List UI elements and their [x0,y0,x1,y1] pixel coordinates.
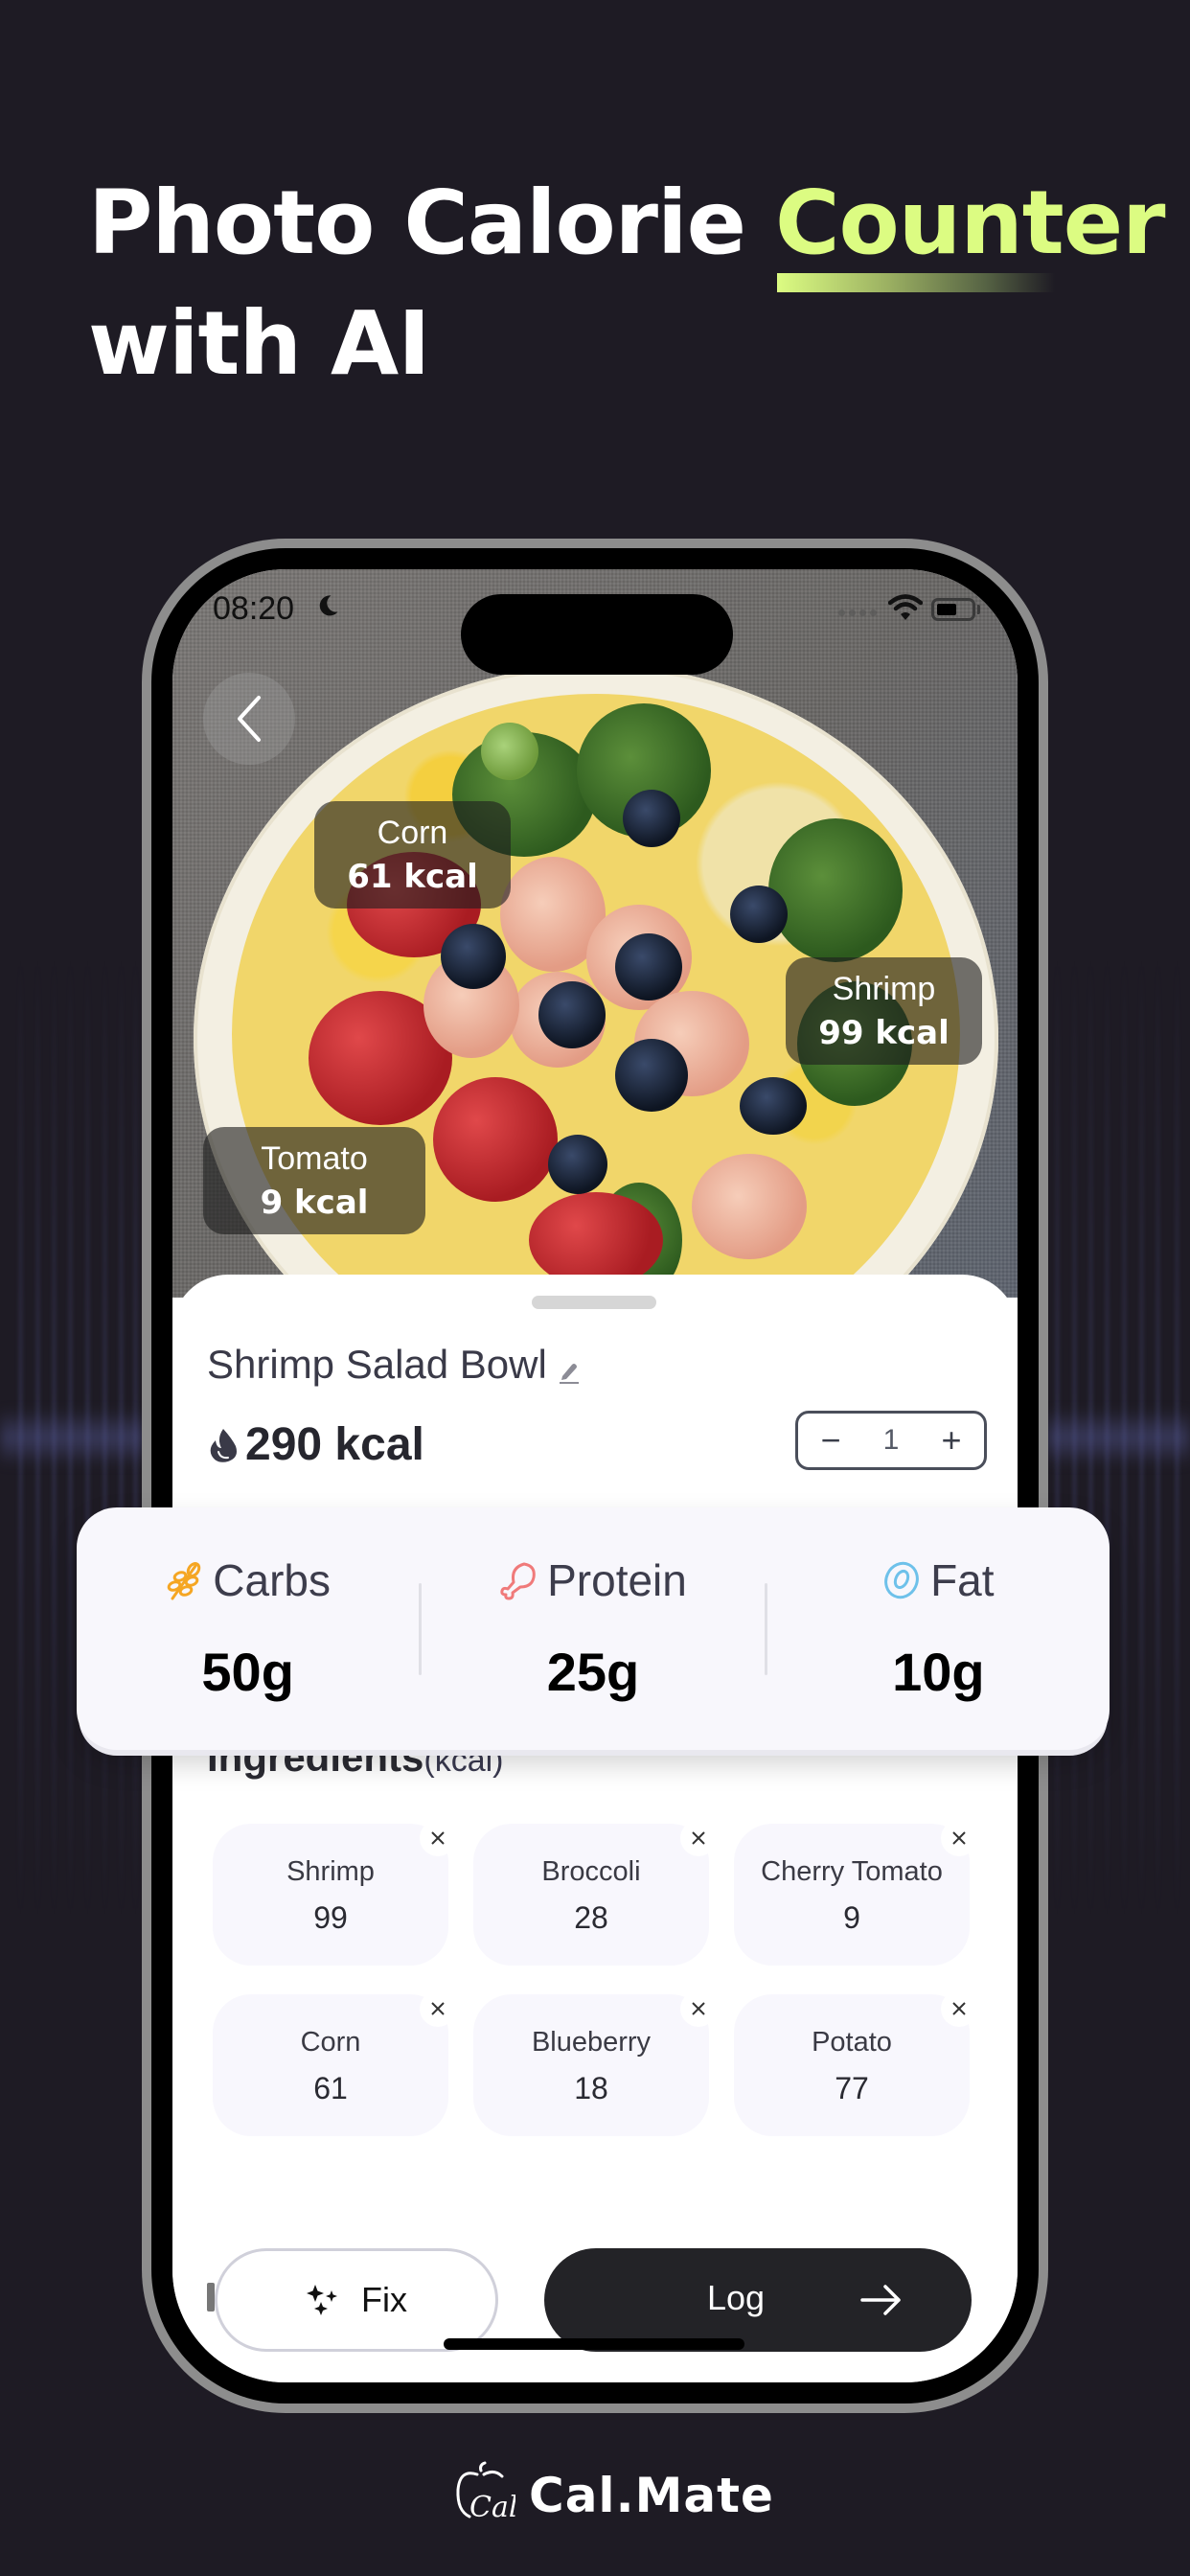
brand-logo: Cal Cal.Mate [452,2461,774,2524]
fix-label: Fix [361,2280,407,2319]
phone-mockup: Corn 61 kcal Shrimp 99 kcal Tomato 9 kca… [142,539,1048,2413]
increment-button[interactable]: + [934,1423,969,1458]
remove-ingredient-button[interactable] [420,1990,456,2027]
headline-line2: with AI [88,292,430,395]
arrow-right-icon [860,2285,901,2315]
headline-accent: Counter [775,163,1165,292]
food-tag-name: Corn [377,815,448,851]
food-tag-name: Tomato [261,1140,368,1177]
ingredient-card[interactable]: Blueberry 18 [473,1990,717,2136]
meal-detail-sheet: Shrimp Salad Bowl 290 kcal − 1 + Ingredi… [172,1275,1018,2382]
remove-ingredient-button[interactable] [680,1990,717,2027]
apple-logo-icon: Cal [456,2461,515,2524]
signal-icon [838,610,877,616]
quantity-value[interactable]: 1 [883,1424,900,1457]
dynamic-island [461,594,733,675]
phone-screen: Corn 61 kcal Shrimp 99 kcal Tomato 9 kca… [172,569,1018,2382]
ingredients-grid: Shrimp 99 Broccoli 28 Cherry Tomato 9 Co… [213,1820,977,2136]
macro-value: 50g [201,1642,294,1702]
status-time: 08:20 [213,590,295,627]
macro-value: 25g [546,1642,640,1702]
pencil-icon[interactable] [557,1359,582,1384]
remove-ingredient-button[interactable] [420,1820,456,1856]
macros-card: Carbs 50g Protein 25g Fat 10g [77,1507,1110,1750]
ingredient-kcal: 99 [313,1900,348,1935]
fix-button[interactable]: Fix [215,2248,498,2352]
log-label: Log [707,2278,766,2317]
battery-icon [931,598,975,621]
wifi-icon [888,594,923,620]
macro-protein: Protein 25g [422,1554,764,1703]
drumstick-icon [500,1562,536,1600]
macro-label: Protein [547,1555,687,1605]
ingredient-kcal: 61 [313,2071,348,2105]
close-icon [431,2002,445,2015]
quantity-stepper[interactable]: − 1 + [795,1411,987,1470]
close-icon [692,1831,705,1845]
ingredient-card[interactable]: Shrimp 99 [213,1820,456,1966]
close-icon [692,2002,705,2015]
ingredient-card[interactable]: Cherry Tomato 9 [734,1820,977,1966]
ingredient-card[interactable]: Corn 61 [213,1990,456,2136]
food-tag-kcal: 9 kcal [260,1184,369,1222]
meal-title: Shrimp Salad Bowl [207,1342,547,1387]
ingredient-kcal: 77 [835,2071,869,2105]
remove-ingredient-button[interactable] [941,1990,977,2027]
ingredient-kcal: 28 [574,1900,608,1935]
back-button[interactable] [203,673,295,765]
brand-name: Cal.Mate [529,2468,774,2523]
food-tag-tomato[interactable]: Tomato 9 kcal [203,1127,425,1234]
log-button[interactable]: Log [544,2248,972,2352]
background-glow-left [0,958,144,1917]
macro-carbs: Carbs 50g [77,1554,419,1703]
ingredient-name: Broccoli [541,1856,641,1887]
macro-label: Fat [930,1555,995,1605]
sparkles-icon [307,2285,337,2315]
wheat-icon [167,1562,201,1600]
close-icon [952,1831,966,1845]
calorie-total: 290 kcal [207,1418,424,1471]
food-tag-kcal: 61 kcal [347,858,478,896]
food-photo: Corn 61 kcal Shrimp 99 kcal Tomato 9 kca… [172,569,1018,1413]
ingredient-name: Blueberry [531,2027,652,2058]
background-glow-right [1046,958,1190,1917]
ingredient-name: Shrimp [286,1856,375,1887]
ingredient-card[interactable]: Broccoli 28 [473,1820,717,1966]
moon-icon [319,595,338,616]
fat-drop-icon [884,1561,919,1599]
remove-ingredient-button[interactable] [941,1820,977,1856]
food-tag-corn[interactable]: Corn 61 kcal [314,801,511,908]
chevron-left-icon [238,696,261,742]
ingredient-card[interactable]: Potato 77 [734,1990,977,2136]
macro-fat: Fat 10g [767,1554,1110,1703]
decrement-button[interactable]: − [813,1423,848,1458]
ingredient-name: Potato [812,2027,892,2058]
flame-icon [210,1428,237,1462]
food-tag-name: Shrimp [832,971,936,1007]
calorie-value: 290 kcal [245,1419,424,1470]
ingredient-name: Corn [300,2027,361,2058]
food-tag-kcal: 99 kcal [818,1014,950,1052]
meal-title-row[interactable]: Shrimp Salad Bowl [207,1342,582,1388]
ingredient-name: Cherry Tomato [761,1856,943,1887]
close-icon [431,1831,445,1845]
headline: Photo Calorie Counter with AI [88,163,1165,404]
remove-ingredient-button[interactable] [680,1820,717,1856]
close-icon [952,2002,966,2015]
home-indicator[interactable] [444,2338,744,2350]
headline-underline [777,273,1056,292]
macro-value: 10g [892,1642,985,1702]
macro-label: Carbs [213,1555,332,1605]
food-tag-shrimp[interactable]: Shrimp 99 kcal [786,957,982,1065]
ingredient-kcal: 18 [574,2071,608,2105]
logo-mark-text: Cal [469,2491,515,2524]
clipped-element [207,2283,215,2312]
ingredient-kcal: 9 [843,1900,860,1935]
headline-prefix: Photo Calorie [88,172,746,274]
sheet-grabber[interactable] [532,1296,656,1309]
